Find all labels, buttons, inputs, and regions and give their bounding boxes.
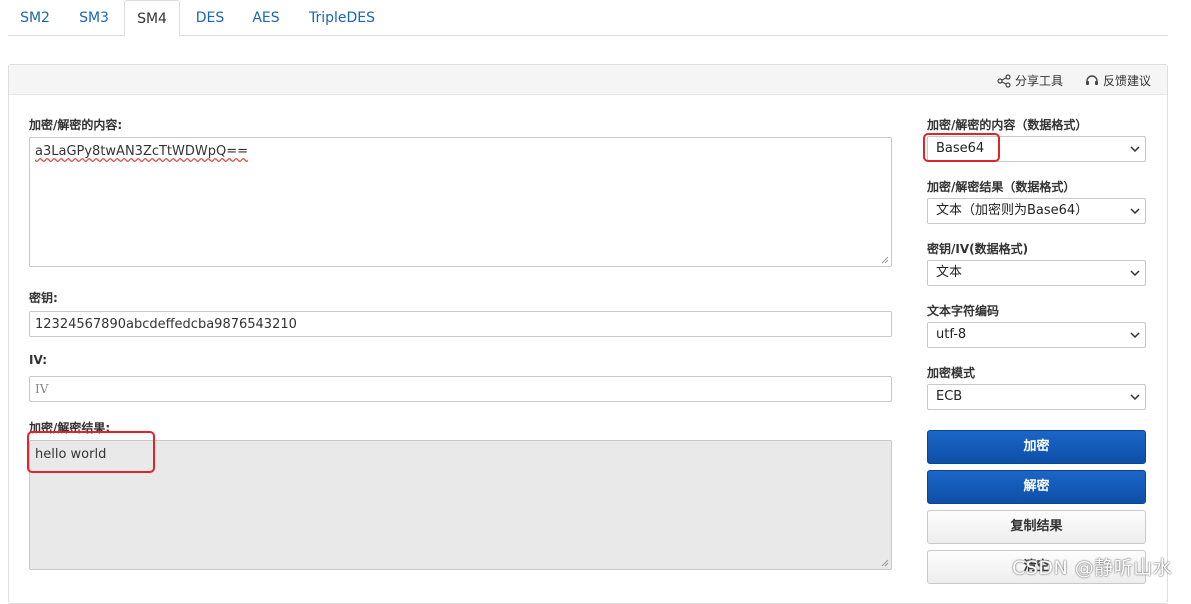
- key-format-label: 密钥/IV(数据格式): [927, 242, 1029, 256]
- chevron-down-icon: [1130, 261, 1140, 285]
- iv-label: IV:: [29, 353, 48, 367]
- panel-header: 分享工具 反馈建议: [9, 65, 1167, 95]
- algorithm-tabs: SM2 SM3 SM4 DES AES TripleDES: [8, 0, 1168, 37]
- content-label: 加密/解密的内容:: [29, 118, 123, 132]
- result-format-value: 文本（加密则为Base64）: [936, 203, 1089, 218]
- encrypt-button[interactable]: 加密: [927, 430, 1146, 464]
- charset-label: 文本字符编码: [927, 304, 1000, 318]
- content-value: a3LaGPy8twAN3ZcTtWDWpQ==: [35, 144, 249, 159]
- decrypt-button[interactable]: 解密: [927, 470, 1146, 504]
- tab-sm4[interactable]: SM4: [124, 0, 180, 37]
- feedback-label: 反馈建议: [1103, 74, 1152, 88]
- mode-label: 加密模式: [927, 366, 976, 380]
- resize-handle-icon[interactable]: [881, 256, 889, 264]
- content-textarea[interactable]: a3LaGPy8twAN3ZcTtWDWpQ==: [29, 137, 892, 267]
- watermark: CSDN @静听山水: [1012, 557, 1173, 579]
- chevron-down-icon: [1130, 137, 1140, 161]
- key-input[interactable]: [29, 311, 892, 337]
- resize-handle-icon[interactable]: [881, 559, 889, 567]
- feedback-icon: [1086, 74, 1098, 85]
- tab-aes[interactable]: AES: [240, 0, 292, 36]
- feedback-link[interactable]: 反馈建议: [1085, 72, 1151, 89]
- iv-input[interactable]: [29, 376, 892, 402]
- share-tool-link[interactable]: 分享工具: [997, 72, 1063, 89]
- result-format-label: 加密/解密结果（数据格式）: [927, 180, 1076, 194]
- tab-sm2[interactable]: SM2: [8, 0, 62, 36]
- charset-value: utf-8: [936, 327, 967, 342]
- chevron-down-icon: [1130, 199, 1140, 223]
- highlight-box-format: [923, 133, 1000, 162]
- tab-sm3[interactable]: SM3: [64, 0, 124, 36]
- chevron-down-icon: [1130, 385, 1140, 409]
- copy-result-button[interactable]: 复制结果: [927, 510, 1146, 544]
- highlight-box-result: [27, 431, 155, 473]
- mode-select[interactable]: ECB: [927, 384, 1146, 410]
- tab-tripledes[interactable]: TripleDES: [298, 0, 386, 36]
- key-format-select[interactable]: 文本: [927, 260, 1146, 286]
- charset-select[interactable]: utf-8: [927, 322, 1146, 348]
- content-format-label: 加密/解密的内容（数据格式）: [927, 118, 1088, 132]
- key-format-value: 文本: [936, 265, 963, 280]
- share-tool-label: 分享工具: [1015, 74, 1064, 88]
- mode-value: ECB: [936, 389, 963, 404]
- chevron-down-icon: [1130, 323, 1140, 347]
- result-format-select[interactable]: 文本（加密则为Base64）: [927, 198, 1146, 224]
- share-icon: [997, 73, 1011, 88]
- key-label: 密钥:: [29, 291, 58, 305]
- tab-des[interactable]: DES: [184, 0, 236, 36]
- result-output[interactable]: hello world: [29, 440, 892, 570]
